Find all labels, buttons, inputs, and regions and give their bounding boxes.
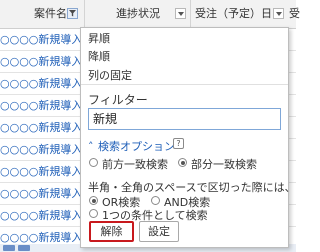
column-header-partial[interactable]: 受 [289, 0, 300, 28]
apply-filter-button[interactable]: 設定 [139, 221, 179, 242]
funnel-icon [69, 10, 76, 17]
case-name-cell[interactable]: ○○○○新規導入 [0, 95, 82, 117]
case-name-cell[interactable]: ○○○○新規導入 [0, 73, 82, 95]
column-header-order-date[interactable]: 受注（予定）日 [195, 0, 272, 28]
chevron-down-icon [276, 12, 282, 16]
menu-item-sort-ascending[interactable]: 昇順 [88, 30, 110, 46]
filter-button[interactable] [67, 8, 78, 19]
case-name-cell[interactable]: ○○○○新規導入 [0, 29, 82, 51]
column-filter-popup: 昇順 降順 列の固定 フィルター 新規 ˄ 検索オプション ? 前方一致検索 部分… [80, 27, 296, 248]
radio-and-search[interactable] [151, 196, 160, 205]
case-name-cell[interactable]: ○○○○新規導入 [0, 51, 82, 73]
case-name-cell[interactable]: ○○○○新規導入 [0, 183, 82, 205]
search-options-label: 検索オプション [98, 140, 175, 153]
case-name-cell[interactable]: ○○○○新規導入 [0, 139, 82, 161]
menu-divider [81, 84, 288, 85]
column-header-progress[interactable]: 進捗状況 [116, 0, 160, 28]
radio-partial-match[interactable] [178, 158, 187, 167]
grid-header: 案件名 進捗状況 受注（予定）日 受 [0, 0, 300, 29]
clear-filter-button[interactable]: 解除 [89, 221, 134, 242]
radio-single-condition[interactable] [89, 209, 98, 218]
radio-or-search[interactable] [89, 196, 98, 205]
column-divider [84, 0, 85, 29]
search-options-toggle[interactable]: ˄ 検索オプション [88, 138, 175, 154]
case-name-cell[interactable]: ○○○○新規導入 [0, 205, 82, 227]
menu-item-freeze-column[interactable]: 列の固定 [88, 67, 132, 83]
radio-partial-match-label[interactable]: 部分一致検索 [191, 156, 257, 172]
case-name-cell[interactable]: ○○○○新規導入 [0, 117, 82, 139]
help-icon[interactable]: ? [173, 138, 184, 149]
column-divider [190, 0, 191, 29]
filter-text-input[interactable]: 新規 [88, 108, 281, 130]
radio-prefix-match-label[interactable]: 前方一致検索 [102, 156, 168, 172]
column-menu-button[interactable] [175, 8, 186, 19]
chevron-up-icon: ˄ [88, 140, 94, 153]
column-header-case-name[interactable]: 案件名 [34, 0, 67, 28]
radio-prefix-match[interactable] [89, 158, 98, 167]
case-name-cell[interactable]: ○○○○新規導入 [0, 161, 82, 183]
pager-indicator [18, 245, 30, 251]
filter-section-title: フィルター [88, 93, 148, 107]
menu-item-sort-descending[interactable]: 降順 [88, 48, 110, 64]
pager-indicator [3, 245, 15, 251]
chevron-down-icon [178, 12, 184, 16]
space-separator-note: 半角・全角のスペースで区切った際には、 [88, 181, 296, 194]
column-menu-button[interactable] [273, 8, 284, 19]
